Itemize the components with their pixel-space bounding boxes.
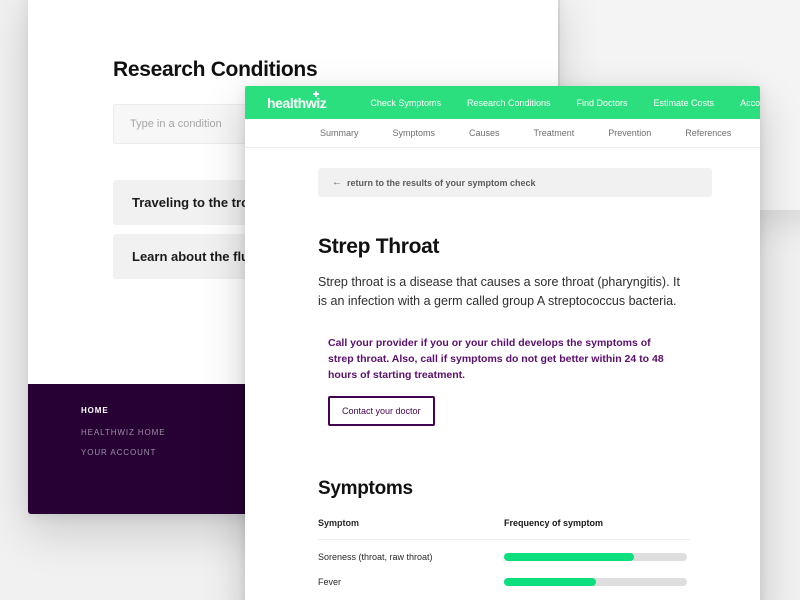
strep-throat-window[interactable]: healthwiz Check Symptoms Research Condit… bbox=[245, 86, 760, 600]
nav-item-estimate-costs[interactable]: Estimate Costs bbox=[654, 98, 715, 108]
logo-text: healthwiz bbox=[267, 94, 327, 111]
secondary-navigation-tabs: Summary Symptoms Causes Treatment Preven… bbox=[245, 119, 760, 148]
symptoms-table-body: Soreness (throat, raw throat)FeverCoughN… bbox=[318, 548, 690, 600]
nav-item-account[interactable]: Account bbox=[740, 98, 760, 108]
frequency-bar-track bbox=[504, 552, 687, 561]
tab-references[interactable]: References bbox=[685, 128, 731, 138]
frequency-bar-fill bbox=[504, 552, 634, 561]
column-header-frequency: Frequency of symptom bbox=[504, 518, 604, 528]
medical-cross-icon bbox=[313, 90, 320, 97]
table-row: Fever bbox=[318, 573, 690, 590]
symptoms-table: Symptom Frequency of symptom Soreness (t… bbox=[318, 518, 690, 600]
contact-your-doctor-button[interactable]: Contact your doctor bbox=[328, 396, 435, 426]
primary-nav-links: Check Symptoms Research Conditions Find … bbox=[370, 98, 760, 108]
tab-causes[interactable]: Causes bbox=[469, 128, 500, 138]
nav-item-find-doctors[interactable]: Find Doctors bbox=[577, 98, 628, 108]
article-body: ← return to the results of your symptom … bbox=[245, 148, 760, 600]
nav-item-research-conditions[interactable]: Research Conditions bbox=[467, 98, 551, 108]
column-header-symptom: Symptom bbox=[318, 518, 360, 528]
provider-alert: Call your provider if you or your child … bbox=[318, 335, 712, 426]
table-row: Soreness (throat, raw throat) bbox=[318, 548, 690, 565]
article-lede: Strep throat is a disease that causes a … bbox=[318, 275, 680, 308]
symptom-frequency-cell bbox=[504, 577, 690, 586]
left-arrow-icon: ← bbox=[332, 177, 342, 188]
tab-summary[interactable]: Summary bbox=[320, 128, 359, 138]
tab-treatment[interactable]: Treatment bbox=[534, 128, 575, 138]
page-title: Research Conditions bbox=[113, 58, 318, 81]
primary-navigation-bar: healthwiz Check Symptoms Research Condit… bbox=[245, 86, 760, 119]
screen: Research Conditions Traveling to the tro… bbox=[0, 0, 800, 600]
symptoms-table-header: Symptom Frequency of symptom bbox=[318, 518, 690, 540]
article-title: Strep Throat bbox=[318, 235, 440, 258]
symptom-frequency-cell bbox=[504, 552, 690, 561]
frequency-bar-fill bbox=[504, 577, 596, 586]
healthwiz-logo[interactable]: healthwiz bbox=[267, 90, 327, 111]
tab-prevention[interactable]: Prevention bbox=[608, 128, 651, 138]
symptom-name: Fever bbox=[318, 576, 342, 587]
provider-alert-text: Call your provider if you or your child … bbox=[328, 337, 664, 381]
symptom-name: Soreness (throat, raw throat) bbox=[318, 551, 433, 562]
return-to-results-link[interactable]: ← return to the results of your symptom … bbox=[318, 168, 712, 197]
symptoms-heading: Symptoms bbox=[318, 478, 413, 499]
frequency-bar-track bbox=[504, 577, 687, 586]
return-link-label: return to the results of your symptom ch… bbox=[347, 177, 536, 188]
tab-symptoms[interactable]: Symptoms bbox=[393, 128, 436, 138]
nav-item-check-symptoms[interactable]: Check Symptoms bbox=[370, 98, 441, 108]
